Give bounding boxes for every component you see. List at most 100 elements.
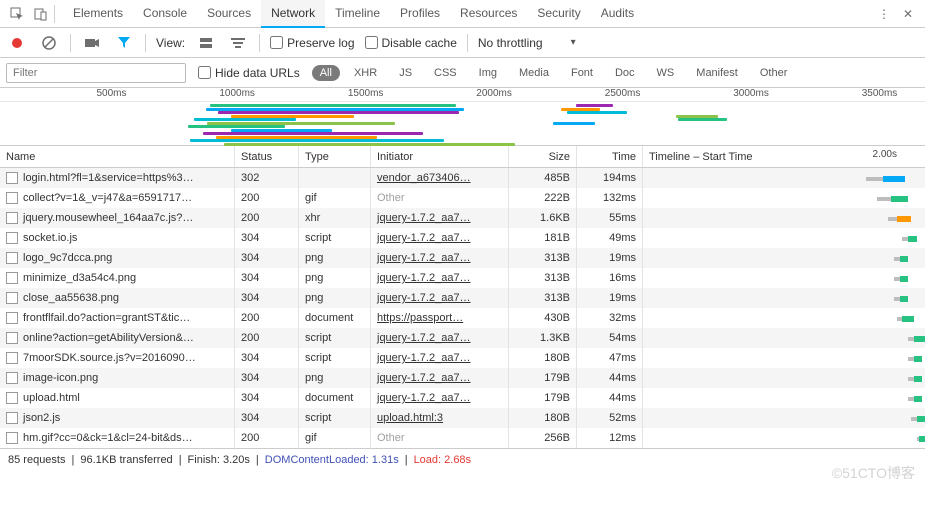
- tab-audits[interactable]: Audits: [591, 0, 644, 28]
- filter-type-xhr[interactable]: XHR: [346, 65, 385, 81]
- request-timeline: [643, 208, 925, 228]
- stop-icon[interactable]: [38, 32, 60, 54]
- filter-input[interactable]: [6, 63, 186, 83]
- file-icon: [6, 232, 18, 244]
- tab-console[interactable]: Console: [133, 0, 197, 28]
- request-size: 313B: [509, 248, 577, 268]
- table-row[interactable]: 7moorSDK.source.js?v=2016090…304scriptjq…: [0, 348, 925, 368]
- table-row[interactable]: collect?v=1&_v=j47&a=6591717…200gifOther…: [0, 188, 925, 208]
- table-row[interactable]: image-icon.png304pngjquery-1.7.2_aa7…179…: [0, 368, 925, 388]
- request-initiator[interactable]: upload.html:3: [371, 408, 509, 428]
- request-name: hm.gif?cc=0&ck=1&cl=24-bit&ds…: [23, 432, 193, 444]
- request-name: upload.html: [23, 392, 80, 404]
- request-timeline: [643, 228, 925, 248]
- request-initiator[interactable]: https://passport…: [371, 308, 509, 328]
- status-finish: Finish: 3.20s: [188, 454, 250, 466]
- request-size: 179B: [509, 368, 577, 388]
- col-timeline[interactable]: Timeline – Start Time 2.00s: [643, 146, 925, 167]
- tab-network[interactable]: Network: [261, 0, 325, 28]
- overview-timeline[interactable]: 500ms1000ms1500ms2000ms2500ms3000ms3500m…: [0, 88, 925, 146]
- filter-type-all[interactable]: All: [312, 65, 340, 81]
- toggle-device-icon[interactable]: [30, 3, 52, 25]
- close-icon[interactable]: ✕: [897, 3, 919, 25]
- tab-resources[interactable]: Resources: [450, 0, 527, 28]
- request-size: 313B: [509, 288, 577, 308]
- table-row[interactable]: socket.io.js304scriptjquery-1.7.2_aa7…18…: [0, 228, 925, 248]
- file-icon: [6, 312, 18, 324]
- file-icon: [6, 392, 18, 404]
- col-initiator[interactable]: Initiator: [371, 146, 509, 167]
- tab-sources[interactable]: Sources: [197, 0, 261, 28]
- request-status: 304: [235, 228, 299, 248]
- tab-profiles[interactable]: Profiles: [390, 0, 450, 28]
- throttling-select[interactable]: No throttling: [478, 36, 582, 50]
- request-timeline: [643, 328, 925, 348]
- filter-icon[interactable]: [113, 32, 135, 54]
- table-row[interactable]: minimize_d3a54c4.png304pngjquery-1.7.2_a…: [0, 268, 925, 288]
- camera-icon[interactable]: [81, 32, 103, 54]
- request-size: 222B: [509, 188, 577, 208]
- filter-type-other[interactable]: Other: [752, 65, 796, 81]
- record-button[interactable]: [6, 32, 28, 54]
- disable-cache-checkbox[interactable]: Disable cache: [365, 36, 457, 50]
- filter-type-img[interactable]: Img: [471, 65, 505, 81]
- request-status: 304: [235, 348, 299, 368]
- request-timeline: [643, 248, 925, 268]
- request-initiator[interactable]: jquery-1.7.2_aa7…: [371, 208, 509, 228]
- col-type[interactable]: Type: [299, 146, 371, 167]
- request-type: png: [299, 288, 371, 308]
- filter-type-font[interactable]: Font: [563, 65, 601, 81]
- file-icon: [6, 192, 18, 204]
- filter-type-doc[interactable]: Doc: [607, 65, 643, 81]
- request-time: 54ms: [577, 328, 643, 348]
- filter-type-ws[interactable]: WS: [649, 65, 683, 81]
- table-row[interactable]: logo_9c7dcca.png304pngjquery-1.7.2_aa7…3…: [0, 248, 925, 268]
- col-name[interactable]: Name: [0, 146, 235, 167]
- table-row[interactable]: login.html?fl=1&service=https%3…302vendo…: [0, 168, 925, 188]
- file-icon: [6, 212, 18, 224]
- col-time[interactable]: Time: [577, 146, 643, 167]
- request-type: gif: [299, 428, 371, 448]
- request-initiator[interactable]: jquery-1.7.2_aa7…: [371, 288, 509, 308]
- table-row[interactable]: frontflfail.do?action=grantST&tic…200doc…: [0, 308, 925, 328]
- panel-tabs: ElementsConsoleSourcesNetworkTimelinePro…: [63, 0, 644, 28]
- request-initiator[interactable]: jquery-1.7.2_aa7…: [371, 348, 509, 368]
- table-row[interactable]: json2.js304scriptupload.html:3180B52ms: [0, 408, 925, 428]
- table-row[interactable]: close_aa55638.png304pngjquery-1.7.2_aa7……: [0, 288, 925, 308]
- table-row[interactable]: upload.html304documentjquery-1.7.2_aa7…1…: [0, 388, 925, 408]
- request-status: 304: [235, 408, 299, 428]
- file-icon: [6, 332, 18, 344]
- tab-timeline[interactable]: Timeline: [325, 0, 390, 28]
- filter-type-js[interactable]: JS: [391, 65, 420, 81]
- request-initiator[interactable]: jquery-1.7.2_aa7…: [371, 228, 509, 248]
- request-initiator[interactable]: jquery-1.7.2_aa7…: [371, 248, 509, 268]
- request-type: [299, 168, 371, 188]
- request-initiator[interactable]: vendor_a673406…: [371, 168, 509, 188]
- tab-elements[interactable]: Elements: [63, 0, 133, 28]
- view-large-icon[interactable]: [195, 32, 217, 54]
- request-name: login.html?fl=1&service=https%3…: [23, 172, 194, 184]
- col-size[interactable]: Size: [509, 146, 577, 167]
- preserve-log-checkbox[interactable]: Preserve log: [270, 36, 354, 50]
- table-row[interactable]: online?action=getAbilityVersion&…200scri…: [0, 328, 925, 348]
- col-status[interactable]: Status: [235, 146, 299, 167]
- hide-data-urls-checkbox[interactable]: Hide data URLs: [198, 66, 300, 80]
- tab-security[interactable]: Security: [527, 0, 590, 28]
- menu-icon[interactable]: ⋮: [873, 3, 895, 25]
- request-initiator[interactable]: jquery-1.7.2_aa7…: [371, 388, 509, 408]
- request-name: minimize_d3a54c4.png: [23, 272, 136, 284]
- inspect-icon[interactable]: [6, 3, 28, 25]
- request-initiator[interactable]: jquery-1.7.2_aa7…: [371, 368, 509, 388]
- table-row[interactable]: hm.gif?cc=0&ck=1&cl=24-bit&ds…200gifOthe…: [0, 428, 925, 448]
- request-timeline: [643, 388, 925, 408]
- file-icon: [6, 172, 18, 184]
- filter-bar: Hide data URLs All XHR JS CSS Img Media Font Do…: [0, 58, 925, 88]
- request-status: 200: [235, 328, 299, 348]
- filter-type-manifest[interactable]: Manifest: [688, 65, 746, 81]
- view-waterfall-icon[interactable]: [227, 32, 249, 54]
- request-initiator[interactable]: jquery-1.7.2_aa7…: [371, 268, 509, 288]
- filter-type-css[interactable]: CSS: [426, 65, 465, 81]
- table-row[interactable]: jquery.mousewheel_164aa7c.js?…200xhrjque…: [0, 208, 925, 228]
- filter-type-media[interactable]: Media: [511, 65, 557, 81]
- request-initiator[interactable]: jquery-1.7.2_aa7…: [371, 328, 509, 348]
